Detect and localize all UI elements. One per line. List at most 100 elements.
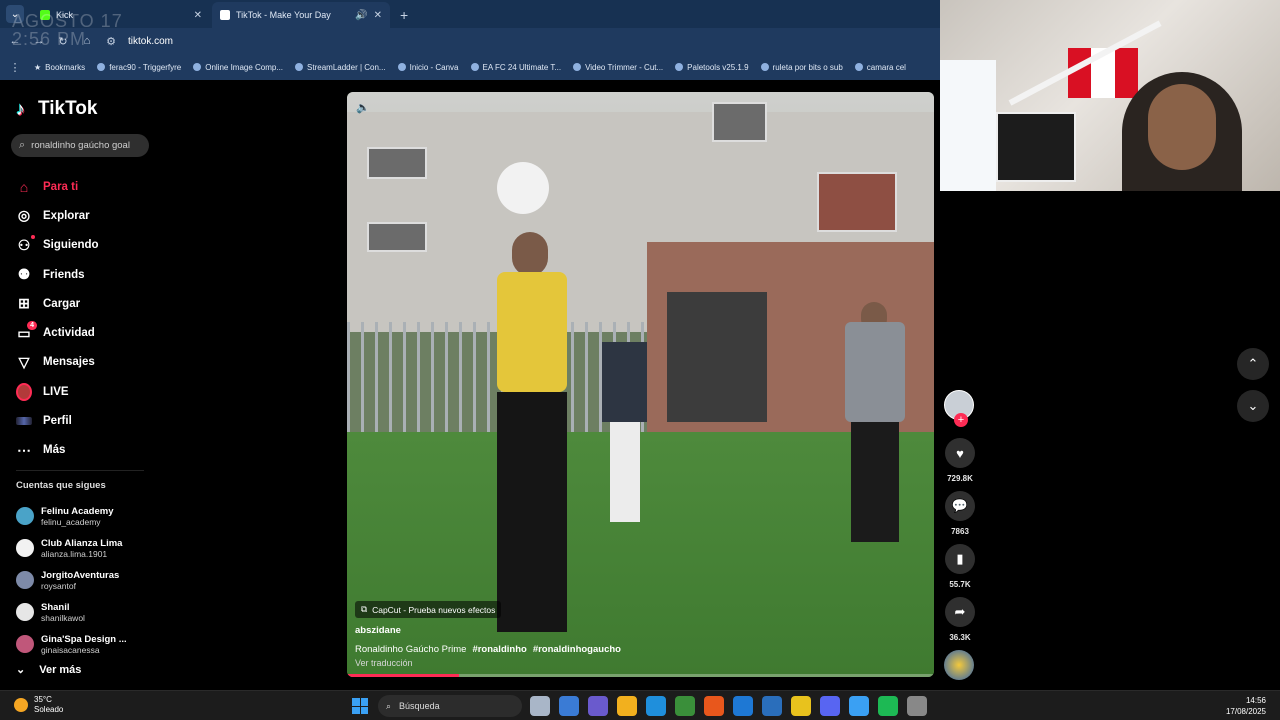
taskbar-app-icon[interactable] <box>530 696 550 716</box>
tiktok-logo[interactable]: ♪ TikTok <box>16 98 97 120</box>
nav-mensajes[interactable]: ▽ Mensajes <box>16 348 156 377</box>
account-item[interactable]: Felinu Academy felinu_academy <box>16 500 156 532</box>
windows-taskbar: 35°C Soleado ⌕ Búsqueda 14:56 17/08/2025 <box>0 690 1280 720</box>
video-player-main <box>467 222 597 642</box>
hashtag[interactable]: #ronaldinho <box>472 644 526 655</box>
tiktok-favicon-icon <box>220 10 230 20</box>
weather-widget[interactable]: 35°C Soleado <box>14 695 63 715</box>
bookmark-item[interactable]: ferac90 - Triggerfyre <box>97 63 181 72</box>
cam-shelf <box>996 112 1076 182</box>
video-author[interactable]: abszidane <box>355 625 755 636</box>
video-football <box>497 162 549 214</box>
tab-tiktok[interactable]: TikTok - Make Your Day 🔊 ✕ <box>212 2 390 28</box>
taskbar-app-icon[interactable] <box>646 696 666 716</box>
creator-avatar[interactable]: + <box>944 390 974 427</box>
heart-icon[interactable]: ♥ <box>945 438 975 468</box>
taskbar-app-icon[interactable] <box>791 696 811 716</box>
see-more-button[interactable]: ⌄ Ver más <box>16 663 81 677</box>
share-icon[interactable]: ➦ <box>945 597 975 627</box>
video-window <box>817 172 897 232</box>
bookmark-item[interactable]: StreamLadder | Con... <box>295 63 386 72</box>
account-item[interactable]: Gina'Spa Design ... ginaisacanessa <box>16 628 156 660</box>
bookmark-icon <box>295 63 304 71</box>
nav-mas[interactable]: ⋯ Más <box>16 436 156 465</box>
apps-grid-icon[interactable]: ⋮ <box>8 61 22 74</box>
volume-icon[interactable]: 🔈 <box>356 101 370 114</box>
nav-friends[interactable]: ⚉ Friends <box>16 260 156 289</box>
video-info: ⧉ CapCut - Prueba nuevos efectos abszidan… <box>355 599 755 668</box>
video-window <box>367 222 427 252</box>
video-progress-fill <box>347 674 459 677</box>
taskbar-app-icon[interactable] <box>675 696 695 716</box>
profile-icon <box>16 413 32 429</box>
taskbar-app-icon[interactable] <box>849 696 869 716</box>
cam-panel <box>940 60 996 191</box>
video-progress-bar[interactable] <box>347 674 934 677</box>
bookmark-icon <box>760 63 769 71</box>
previous-video-button[interactable]: ⌃ <box>1237 348 1269 380</box>
screen: ⌄ Kick ✕ TikTok - Make Your Day 🔊 ✕ + ← … <box>0 0 1280 720</box>
avatar <box>16 603 34 621</box>
taskbar-app-icon[interactable] <box>559 696 579 716</box>
bookmarks-bar: ⋮ ★ Bookmarks ferac90 - Triggerfyre Onlin… <box>0 54 940 80</box>
see-translation-link[interactable]: Ver traducción <box>355 658 755 668</box>
nav-siguiendo[interactable]: ⚇ Siguiendo <box>16 231 156 260</box>
taskbar-app-icon[interactable] <box>617 696 637 716</box>
taskbar-app-icon[interactable] <box>588 696 608 716</box>
next-video-button[interactable]: ⌄ <box>1237 390 1269 422</box>
nav-explorar[interactable]: ◎ Explorar <box>16 201 156 230</box>
nav-actividad[interactable]: ▭ 4 Actividad <box>16 318 156 347</box>
system-clock[interactable]: 14:56 17/08/2025 <box>1226 695 1266 717</box>
taskbar-search[interactable]: ⌕ Búsqueda <box>378 695 522 717</box>
account-item[interactable]: JorgitoAventuras roysantof <box>16 564 156 596</box>
avatar <box>16 507 34 525</box>
capcut-effect-link[interactable]: ⧉ CapCut - Prueba nuevos efectos <box>355 601 502 618</box>
follow-plus-icon[interactable]: + <box>954 413 968 427</box>
chevron-up-icon: ⌃ <box>1247 356 1259 371</box>
bookmark-item[interactable]: camara cel <box>854 63 906 72</box>
video-door <box>667 292 767 422</box>
nav-cargar[interactable]: ⊞ Cargar <box>16 289 156 318</box>
video-caption: Ronaldinho Gaúcho Prime #ronaldinho #ron… <box>355 644 621 655</box>
nav-para-ti[interactable]: ⌂ Para ti <box>16 172 156 201</box>
bookmark-item[interactable]: EA FC 24 Ultimate T... <box>470 63 561 72</box>
live-avatar-icon <box>16 382 32 401</box>
save-count: 55.7K <box>949 580 971 589</box>
new-tab-button[interactable]: + <box>400 7 408 23</box>
taskbar-app-icon[interactable] <box>907 696 927 716</box>
video-player[interactable]: 🔈 ⧉ CapCut - Prueba nuevos efectos abszid… <box>347 92 934 677</box>
bookmark-item[interactable]: Video Trimmer - Cut... <box>573 63 663 72</box>
bookmark-item[interactable]: Paletools v25.1.9 <box>675 63 749 72</box>
bookmark-icon[interactable]: ▮ <box>945 544 975 574</box>
avatar <box>16 635 34 653</box>
taskbar-app-icon[interactable] <box>733 696 753 716</box>
bookmark-item[interactable]: ★ Bookmarks <box>34 63 85 72</box>
close-tab-icon[interactable]: ✕ <box>374 10 382 21</box>
following-heading: Cuentas que sigues <box>16 480 106 491</box>
close-tab-icon[interactable]: ✕ <box>194 10 202 21</box>
account-item[interactable]: Club Alianza Lima alianza.lima.1901 <box>16 532 156 564</box>
bookmark-item[interactable]: Inicio - Canva <box>397 63 459 72</box>
tab-title: TikTok - Make Your Day <box>236 10 331 20</box>
hashtag[interactable]: #ronaldinhogaucho <box>533 644 621 655</box>
comment-icon[interactable]: 💬 <box>945 491 975 521</box>
taskbar-app-icon[interactable] <box>820 696 840 716</box>
taskbar-app-icon[interactable] <box>878 696 898 716</box>
bookmark-item[interactable]: Online Image Comp... <box>193 63 283 72</box>
friends-icon: ⚉ <box>17 266 31 283</box>
browser-chrome: ⌄ Kick ✕ TikTok - Make Your Day 🔊 ✕ + ← … <box>0 0 940 80</box>
account-item[interactable]: Shanil shanilkawol <box>16 596 156 628</box>
address-bar[interactable]: tiktok.com <box>128 36 173 47</box>
music-disc-icon[interactable] <box>944 650 974 680</box>
taskbar-app-icon[interactable] <box>762 696 782 716</box>
nav-live[interactable]: LIVE <box>16 377 156 406</box>
tab-strip: ⌄ Kick ✕ TikTok - Make Your Day 🔊 ✕ + <box>0 0 940 28</box>
speaker-icon[interactable]: 🔊 <box>355 10 367 21</box>
bookmark-item[interactable]: ruleta por bits o sub <box>760 63 843 72</box>
search-icon[interactable]: ⌕ <box>19 139 25 152</box>
taskbar-app-icon[interactable] <box>704 696 724 716</box>
search-input[interactable] <box>31 140 142 151</box>
windows-start-icon[interactable] <box>352 698 368 714</box>
main-nav: ⌂ Para ti ◎ Explorar ⚇ Siguiendo ⚉ Friends ⊞… <box>16 172 156 465</box>
nav-perfil[interactable]: Perfil <box>16 406 156 435</box>
